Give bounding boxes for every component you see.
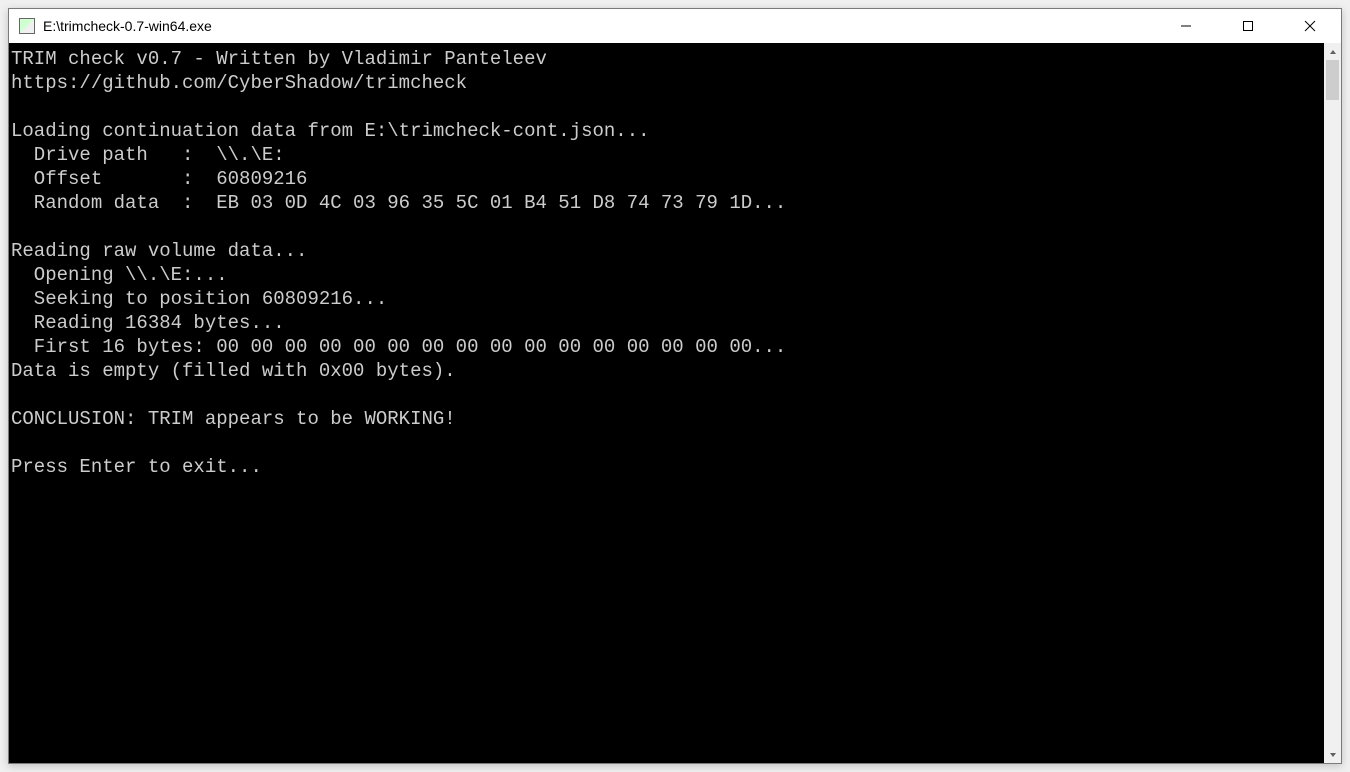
client-area: TRIM check v0.7 - Written by Vladimir Pa… [9,43,1341,763]
vertical-scrollbar[interactable] [1324,43,1341,763]
scroll-thumb[interactable] [1326,60,1339,100]
maximize-icon [1242,20,1254,32]
close-button[interactable] [1279,9,1341,43]
maximize-button[interactable] [1217,9,1279,43]
minimize-button[interactable] [1155,9,1217,43]
minimize-icon [1180,20,1192,32]
window-controls [1155,9,1341,43]
console-output[interactable]: TRIM check v0.7 - Written by Vladimir Pa… [9,43,1324,763]
window-title: E:\trimcheck-0.7-win64.exe [43,18,1155,34]
titlebar[interactable]: E:\trimcheck-0.7-win64.exe [9,9,1341,43]
app-icon [19,18,35,34]
scroll-down-arrow-icon[interactable] [1324,746,1341,763]
app-window: E:\trimcheck-0.7-win64.exe TRIM check v0… [8,8,1342,764]
close-icon [1304,20,1316,32]
scroll-up-arrow-icon[interactable] [1324,43,1341,60]
